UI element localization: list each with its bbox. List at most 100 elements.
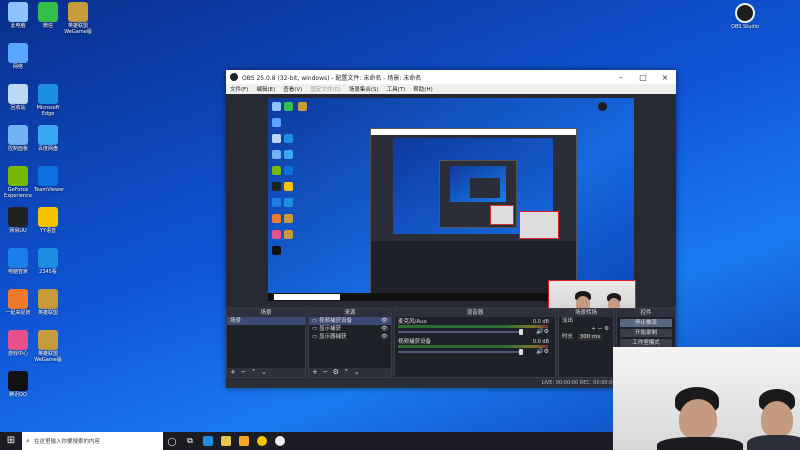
remove-icon[interactable]: −: [238, 368, 246, 376]
source-item[interactable]: ▭ 显示器捕获 👁: [309, 333, 391, 341]
app-icon[interactable]: [235, 432, 253, 450]
windows-start-icon[interactable]: ⊞: [0, 432, 22, 450]
desktop-icon-label: 控制面板: [7, 146, 28, 152]
obs-logo-icon: [230, 73, 238, 81]
gear-icon[interactable]: ⚙: [604, 326, 609, 332]
desktop-icon[interactable]: 此电脑: [4, 2, 32, 29]
menu-edit[interactable]: 编辑(E): [252, 85, 279, 93]
eye-icon[interactable]: 👁: [381, 333, 391, 341]
desktop-icon-label: 英雄联盟 WeGame版: [34, 351, 62, 363]
folder-icon[interactable]: [217, 432, 235, 450]
sources-toolbar: + − ⚙ ⌃ ⌄: [309, 368, 391, 377]
menu-scene-collection[interactable]: 场景集合(S): [345, 85, 383, 93]
preview-area[interactable]: [226, 94, 676, 330]
app-icon: [8, 289, 28, 309]
gear-icon[interactable]: ⚙: [330, 368, 339, 376]
remove-icon[interactable]: −: [598, 326, 603, 332]
desktop-icon[interactable]: 网络: [4, 43, 32, 70]
desktop-icon[interactable]: 微信: [34, 2, 62, 29]
desktop-icon[interactable]: 网易UU: [4, 207, 32, 234]
scene-item[interactable]: 场景: [227, 317, 305, 325]
mixer-dock: 混音器 麦克风/Aux 0.0 dB 🔊⚙ 视频捕获设备 0.0 dB 🔊⚙: [394, 308, 556, 378]
obs-desktop-shortcut[interactable]: OBS Studio: [728, 3, 762, 30]
desktop-icon-label: 此电脑: [10, 23, 26, 29]
source-item[interactable]: ▭ 视频捕获设备 👁: [309, 317, 391, 325]
desktop-icon-label: 回收站: [10, 105, 26, 111]
desktop-icon[interactable]: 英雄联盟 WeGame版: [64, 2, 92, 35]
stop-streaming-button[interactable]: 停止推流: [620, 319, 672, 327]
app-icon: [8, 207, 28, 227]
desktop-icon[interactable]: 电脑管家: [4, 248, 32, 275]
studio-mode-button[interactable]: 工作室模式: [620, 339, 672, 347]
menu-file[interactable]: 文件(F): [226, 85, 252, 93]
desktop-icon-label: 游戏中心: [7, 351, 28, 357]
multitask-icon[interactable]: ⧉: [181, 432, 199, 450]
menu-bar: 文件(F) 编辑(E) 查看(V) 固定文件(D) 场景集合(S) 工具(T) …: [226, 84, 676, 94]
obs-shortcut-label: OBS Studio: [731, 24, 759, 30]
desktop-icon[interactable]: 回收站: [4, 84, 32, 111]
menu-help[interactable]: 帮助(H): [409, 85, 436, 93]
menu-view[interactable]: 查看(V): [279, 85, 306, 93]
speaker-icon[interactable]: 🔊⚙: [536, 348, 549, 355]
close-icon[interactable]: ×: [654, 73, 676, 82]
volume-slider[interactable]: [398, 351, 522, 353]
minimize-icon[interactable]: –: [610, 73, 632, 82]
desktop-icon-label: 2345看: [39, 269, 57, 275]
volume-knob[interactable]: [519, 349, 523, 355]
desktop-icon[interactable]: GeForce Experience: [4, 166, 32, 199]
app-icon: [8, 84, 28, 104]
move-up-icon[interactable]: ⌃: [341, 368, 349, 376]
desktop-icon-label: Microsoft Edge: [36, 105, 60, 117]
menu-dock[interactable]: 固定文件(D): [306, 85, 345, 93]
source-item[interactable]: ▭ 显示捕获 👁: [309, 325, 391, 333]
start-recording-button[interactable]: 开始录制: [620, 329, 672, 337]
desktop-icon[interactable]: 控制面板: [4, 125, 32, 152]
volume-slider[interactable]: [398, 331, 522, 333]
scenes-dock: 场景 场景 + − ⌃ ⌄: [226, 308, 306, 378]
app-icon: [8, 330, 28, 350]
obs-titlebar[interactable]: OBS 25.0.8 (32-bit, windows) - 配置文件: 未命名…: [226, 70, 676, 84]
app-icon: [38, 166, 58, 186]
desktop-icon[interactable]: 2345看: [34, 248, 62, 275]
desktop-icon[interactable]: Microsoft Edge: [34, 84, 62, 117]
eye-icon[interactable]: 👁: [381, 325, 391, 333]
edge-icon[interactable]: [199, 432, 217, 450]
add-icon[interactable]: +: [312, 368, 318, 376]
webcam-overlay: [613, 347, 800, 450]
duration-input[interactable]: 300 ms: [577, 334, 603, 340]
obs-taskbar-icon[interactable]: [271, 432, 289, 450]
eye-icon[interactable]: 👁: [381, 317, 391, 325]
add-icon[interactable]: +: [230, 368, 236, 376]
desktop-icon-label: GeForce Experience: [4, 187, 32, 199]
desktop-icon[interactable]: 英雄联盟 WeGame版: [34, 330, 62, 363]
desktop-icon-label: 百度网盘: [37, 146, 58, 152]
volume-knob[interactable]: [519, 329, 523, 335]
menu-tools[interactable]: 工具(T): [383, 85, 410, 93]
move-down-icon[interactable]: ⌄: [259, 368, 267, 376]
remove-icon[interactable]: −: [320, 368, 328, 376]
mixer-track: 视频捕获设备 0.0 dB 🔊⚙: [395, 337, 555, 357]
transitions-header: 场景转场: [559, 309, 613, 317]
desktop-icon-label: 英雄联盟 WeGame版: [64, 23, 92, 35]
desktop-icon[interactable]: 百度网盘: [34, 125, 62, 152]
desktop-icon[interactable]: 腾讯QQ: [4, 371, 32, 398]
task-view-icon[interactable]: ◯: [163, 432, 181, 450]
app-icon: [8, 166, 28, 186]
desktop-icon[interactable]: TeamViewer: [34, 166, 64, 193]
transitions-dock: 场景转场 淡出 + − ⚙ 时长 300 ms: [558, 308, 614, 378]
speaker-icon[interactable]: 🔊⚙: [536, 328, 549, 335]
taskbar-search[interactable]: ⌕ 在这里输入你要搜索的内容: [22, 432, 163, 450]
desktop-icon[interactable]: 一起来捉妖: [4, 289, 32, 316]
desktop-icon[interactable]: YY语音: [34, 207, 62, 234]
controls-header: 控件: [617, 309, 675, 317]
obs-window[interactable]: OBS 25.0.8 (32-bit, windows) - 配置文件: 未命名…: [226, 70, 676, 388]
desktop-icon[interactable]: 游戏中心: [4, 330, 32, 357]
scenes-toolbar: + − ⌃ ⌄: [227, 368, 305, 377]
desktop-icon[interactable]: 英雄联盟: [34, 289, 62, 316]
add-icon[interactable]: +: [591, 326, 596, 332]
transition-select[interactable]: 淡出: [559, 317, 613, 325]
maximize-icon[interactable]: □: [632, 73, 654, 82]
move-down-icon[interactable]: ⌄: [352, 368, 360, 376]
move-up-icon[interactable]: ⌃: [248, 368, 257, 376]
yy-icon[interactable]: [253, 432, 271, 450]
